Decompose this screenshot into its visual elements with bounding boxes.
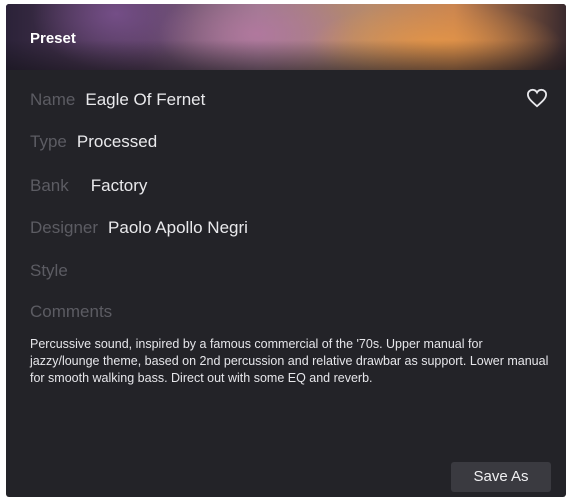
comments-row: Comments: [30, 302, 112, 322]
bank-value[interactable]: Factory: [91, 176, 148, 195]
heart-icon[interactable]: [526, 88, 548, 108]
preset-header: Preset: [6, 4, 566, 70]
save-as-button[interactable]: Save As: [451, 462, 551, 492]
bank-label: Bank: [30, 176, 69, 195]
bank-row: Bank Factory: [30, 176, 147, 196]
type-label: Type: [30, 132, 67, 151]
name-value[interactable]: Eagle Of Fernet: [85, 90, 205, 109]
designer-row: Designer Paolo Apollo Negri: [30, 218, 248, 238]
name-label: Name: [30, 90, 76, 109]
type-row: Type Processed: [30, 132, 157, 152]
name-row: Name Eagle Of Fernet: [30, 90, 205, 110]
style-row: Style: [30, 261, 68, 281]
comments-label: Comments: [30, 302, 113, 321]
type-value[interactable]: Processed: [77, 132, 157, 151]
header-title: Preset: [30, 30, 76, 47]
designer-value[interactable]: Paolo Apollo Negri: [108, 218, 248, 237]
comments-text[interactable]: Percussive sound, inspired by a famous c…: [30, 336, 550, 387]
style-label: Style: [30, 261, 68, 280]
designer-label: Designer: [30, 218, 99, 237]
preset-panel: Preset Name Eagle Of Fernet Type Processed…: [6, 4, 566, 497]
